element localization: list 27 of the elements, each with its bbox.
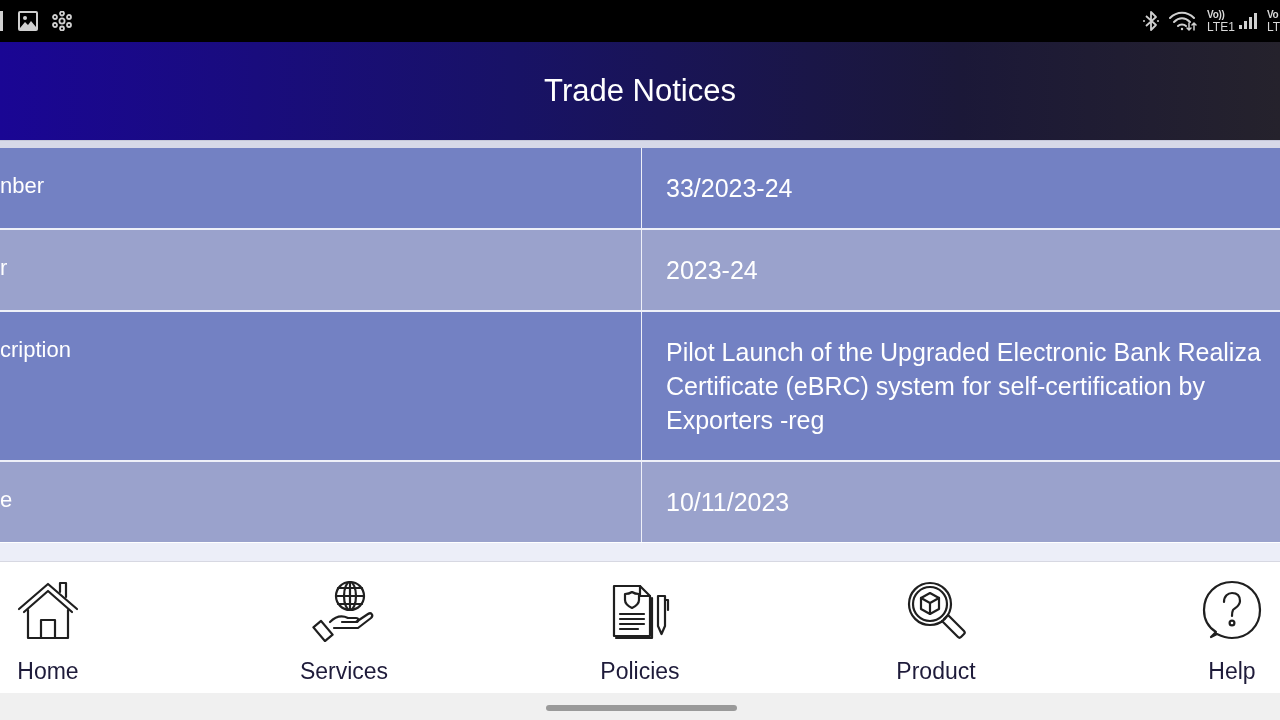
- help-bubble-icon: [1200, 578, 1264, 642]
- nav-button[interactable]: Services: [299, 562, 389, 685]
- table-cell: e: [0, 462, 641, 542]
- table-cell: 2023-24: [642, 230, 1280, 310]
- volte-label: Vo)): [1207, 9, 1225, 20]
- signal-icon: [1238, 12, 1257, 30]
- hand-globe-icon: [312, 578, 376, 642]
- table-cell: cription: [0, 312, 641, 460]
- nav-button[interactable]: Help: [1200, 562, 1264, 685]
- table-cell: r: [0, 230, 641, 310]
- table-cell: nber: [0, 148, 641, 228]
- volte-label: Vo: [1266, 9, 1279, 20]
- table-cell: 10/11/2023: [642, 462, 1280, 542]
- status-icon: [0, 11, 3, 31]
- network-type-label: LTE1: [1207, 20, 1235, 33]
- image-icon: [18, 11, 38, 31]
- nav-button[interactable]: Policies: [600, 562, 680, 685]
- molecule-icon: [52, 11, 72, 31]
- wifi-icon: [1169, 11, 1198, 31]
- table-cell: 33/2023-24: [642, 148, 1280, 228]
- table-cell: Pilot Launch of the Upgraded Electronic Bank Realiza Certificate (eBRC) system for self-certification by Exporters -reg: [642, 312, 1280, 460]
- bluetooth-icon: [1143, 10, 1160, 32]
- nav-button[interactable]: Product: [896, 562, 976, 685]
- nav-button[interactable]: Home: [16, 562, 80, 685]
- network-type-label: LT: [1266, 20, 1280, 33]
- page-title: Trade Notices: [544, 73, 736, 109]
- gesture-bar[interactable]: [546, 704, 737, 711]
